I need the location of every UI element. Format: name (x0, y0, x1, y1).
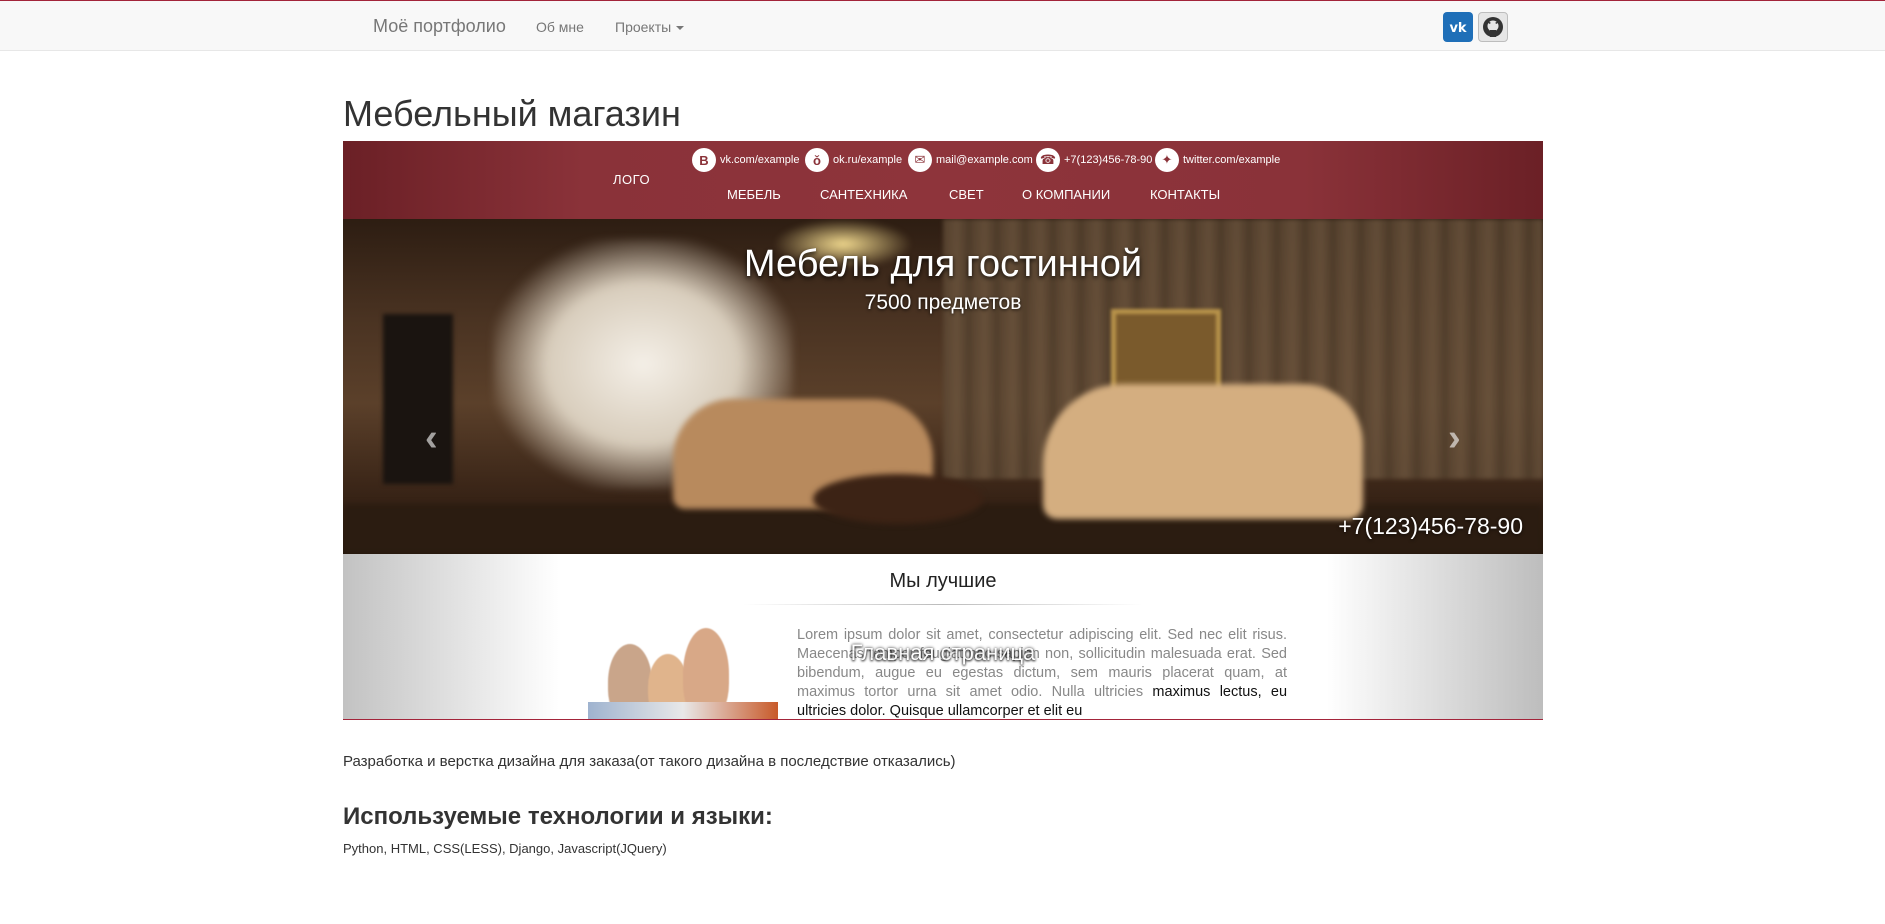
mockup-contact-mail: ✉ mail@example.com (908, 147, 1033, 173)
team-photo (588, 624, 778, 719)
mockup-contact-vk: Bvk.com/example (692, 147, 799, 173)
nav-dropdown-projects[interactable]: Проекты (615, 19, 685, 35)
navbar-brand[interactable]: Моё портфолио (373, 16, 506, 37)
mockup-header: ЛОГО Bvk.com/example ǒ ok.ru/example ✉ mai… (343, 141, 1543, 219)
mail-icon: ✉ (908, 148, 932, 172)
contact-text: +7(123)456-78-90 (1064, 154, 1153, 166)
github-icon[interactable] (1478, 12, 1508, 42)
tech-heading: Используемые технологии и языки: (343, 803, 773, 830)
page-title: Мебельный магазин (343, 93, 681, 134)
contact-text: mail@example.com (936, 154, 1033, 166)
mockup-menu-item: МЕБЕЛЬ (727, 187, 781, 202)
mockup-contact-twitter: ✦ twitter.com/example (1155, 147, 1280, 173)
about-overlay-caption: Главная страница (850, 640, 1036, 665)
nav-link-about[interactable]: Об мне (536, 19, 584, 35)
svg-text:vk: vk (1449, 21, 1466, 36)
project-screenshot: ЛОГО Bvk.com/example ǒ ok.ru/example ✉ mai… (343, 141, 1543, 720)
about-title: Мы лучшие (889, 570, 997, 592)
nav-dropdown-projects-label: Проекты (615, 19, 672, 35)
hero-phone: +7(123)456-78-90 (1338, 513, 1523, 539)
hero-painting (1111, 309, 1221, 394)
chevron-left-icon: ‹ (425, 417, 438, 459)
hero-title: Мебель для гостинной (743, 243, 1143, 285)
top-navbar: Моё портфолио Об мне Проекты vk (0, 0, 1885, 51)
tech-list: Python, HTML, CSS(LESS), Django, Javascr… (343, 841, 667, 856)
caret-down-icon (676, 26, 685, 31)
hero-table (813, 474, 983, 524)
mockup-about-section: Мы лучшие Lorem ipsum dolor sit amet, co… (343, 554, 1543, 719)
mockup-menu-item: СВЕТ (949, 187, 984, 202)
team-photo-clothes (588, 702, 778, 719)
mockup-logo: ЛОГО (613, 172, 651, 187)
mockup-menu-item: КОНТАКТЫ (1150, 187, 1221, 202)
hero-sofa-right (1043, 384, 1363, 519)
contact-text: vk.com/example (720, 154, 800, 166)
project-description: Разработка и верстка дизайна для заказа(… (343, 753, 956, 770)
odnoklassniki-icon: ǒ (805, 148, 829, 172)
contact-text: ok.ru/example (833, 154, 903, 166)
hero-tv (383, 314, 453, 484)
hero-subtitle: 7500 предметов (864, 291, 1022, 314)
contact-text: twitter.com/example (1183, 154, 1281, 166)
phone-icon: ☎ (1036, 148, 1060, 172)
mockup-contact-phone: ☎ +7(123)456-78-90 (1036, 147, 1152, 173)
chevron-right-icon: › (1448, 417, 1461, 459)
vk-icon: B (692, 148, 716, 172)
twitter-icon: ✦ (1155, 148, 1179, 172)
mockup-hero-slider: Мебель для гостинной 7500 предметов +7(1… (343, 219, 1543, 554)
vk-icon[interactable]: vk (1443, 12, 1473, 42)
about-divider (743, 604, 1143, 605)
mockup-contact-ok: ǒ ok.ru/example (805, 147, 902, 173)
mockup-menu-item: САНТЕХНИКА (820, 187, 908, 202)
mockup-menu-item: О КОМПАНИИ (1022, 187, 1111, 202)
